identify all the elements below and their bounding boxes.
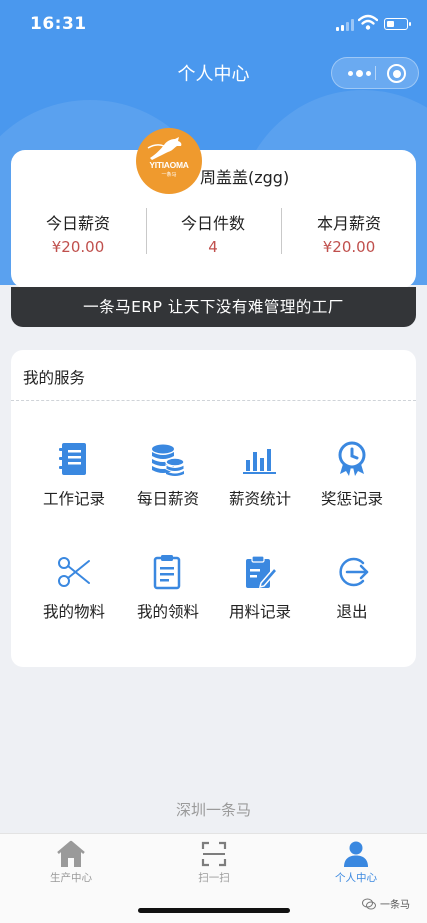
scan-icon <box>201 841 227 867</box>
service-work-record[interactable]: 工作记录 <box>27 440 121 509</box>
stat-value: ¥20.00 <box>322 238 376 256</box>
stat-today-pay: 今日薪资 ¥20.00 <box>13 210 143 256</box>
service-label: 我的物料 <box>42 603 105 621</box>
services-title: 我的服务 <box>23 369 86 387</box>
status-time: 16:31 <box>30 14 87 34</box>
service-logout[interactable]: 退出 <box>305 553 399 622</box>
logo-subtext: 一条马 <box>161 172 177 178</box>
stat-value: 4 <box>208 238 218 256</box>
slogan-banner: 一条马ERP 让天下没有难管理的工厂 <box>11 287 416 327</box>
footer-brand: 深圳一条马 <box>175 801 251 819</box>
stat-value: ¥20.00 <box>51 238 105 256</box>
award-icon <box>338 441 366 476</box>
service-label: 奖惩记录 <box>320 490 383 508</box>
capsule-divider <box>375 66 376 80</box>
stat-month-pay: 本月薪资 ¥20.00 <box>284 210 414 256</box>
cellular-signal-icon <box>336 19 354 31</box>
coins-icon <box>152 444 185 476</box>
service-my-materials[interactable]: 我的物料 <box>27 553 121 622</box>
mini-program-capsule <box>331 57 419 89</box>
stat-divider <box>146 208 147 254</box>
stat-label: 本月薪资 <box>316 214 381 233</box>
tab-scan[interactable]: 扫一扫 <box>154 840 274 885</box>
battery-icon <box>384 18 411 30</box>
tab-personal-center[interactable]: 个人中心 <box>296 840 416 885</box>
home-indicator <box>138 908 290 913</box>
service-material-usage[interactable]: 用料记录 <box>213 553 307 622</box>
service-label: 用料记录 <box>228 603 291 621</box>
service-label: 我的领料 <box>136 603 199 621</box>
wifi-icon <box>358 14 378 30</box>
user-icon <box>344 841 368 867</box>
service-label: 每日薪资 <box>136 490 199 508</box>
horse-logo-icon <box>147 137 182 160</box>
close-target-icon[interactable] <box>387 64 406 83</box>
stat-divider <box>281 208 282 254</box>
watermark-text: 一条马 <box>380 900 410 911</box>
avatar: YITIAOMA 一条马 <box>136 128 202 194</box>
stat-label: 今日件数 <box>180 214 245 233</box>
service-reward-record[interactable]: 奖惩记录 <box>305 440 399 509</box>
service-label: 退出 <box>336 603 368 621</box>
username: 周盖盖(zgg) <box>200 168 290 187</box>
logout-icon <box>339 557 369 587</box>
stat-today-pieces: 今日件数 4 <box>148 210 278 256</box>
stat-label: 今日薪资 <box>45 214 110 233</box>
nav-bar: 个人中心 <box>0 50 427 94</box>
edit-clipboard-icon <box>246 555 279 589</box>
tab-label: 生产中心 <box>50 872 92 884</box>
service-label: 工作记录 <box>42 490 105 508</box>
bar-chart-icon <box>243 449 276 474</box>
services-card: 我的服务 工作记录 每日薪资 薪资统计 奖惩记录 我的物料 我的领料 用料记录 … <box>11 350 416 667</box>
status-bar: 16:31 <box>0 0 427 50</box>
dashed-divider <box>11 400 416 401</box>
service-my-requisitions[interactable]: 我的领料 <box>121 553 215 622</box>
service-daily-pay[interactable]: 每日薪资 <box>121 440 215 509</box>
tab-label: 个人中心 <box>335 872 377 884</box>
tab-label: 扫一扫 <box>198 872 230 884</box>
clipboard-icon <box>153 555 181 590</box>
service-pay-stats[interactable]: 薪资统计 <box>213 440 307 509</box>
tab-production-center[interactable]: 生产中心 <box>11 840 131 885</box>
notebook-icon <box>59 443 86 475</box>
logo-text: YITIAOMA <box>149 160 189 170</box>
watermark: 一条马 <box>362 896 410 911</box>
home-icon <box>57 840 85 867</box>
scissors-icon <box>58 557 90 587</box>
wechat-icon <box>362 898 376 909</box>
service-label: 薪资统计 <box>228 490 291 508</box>
more-icon[interactable] <box>343 58 376 88</box>
